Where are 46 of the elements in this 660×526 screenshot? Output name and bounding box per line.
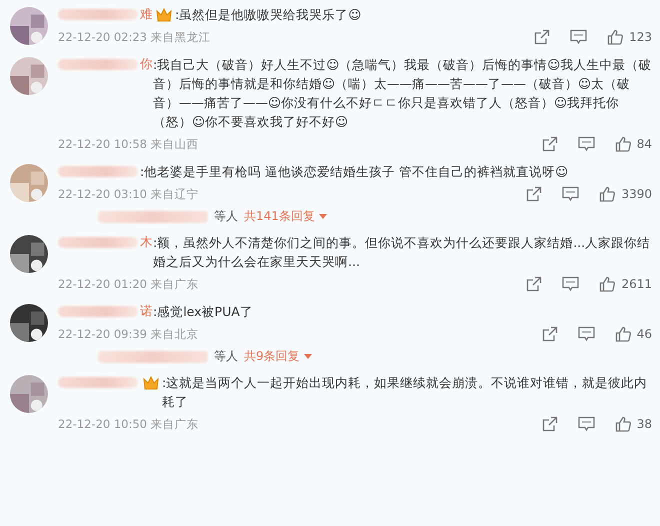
comment-text: :这就是当两个人一起开始出现内耗，如果继续就会崩溃。不说谁对谁错，就是彼此内耗了 [162, 374, 648, 411]
share-icon[interactable] [526, 186, 542, 202]
comment-text: :他老婆是手里有枪吗 逼他谈恋爱结婚生孩子 管不住自己的裤裆就直说呀☺ [140, 163, 570, 181]
thumbs-up-icon[interactable] [599, 276, 616, 292]
share-icon[interactable] [542, 326, 558, 342]
comment-date: 22-12-20 01:20 来自广东 [58, 276, 200, 292]
username[interactable]: 难 [140, 6, 153, 23]
comment-date: 22-12-20 10:50 来自广东 [58, 416, 200, 432]
username[interactable]: 你 [140, 56, 153, 73]
comment-icon[interactable] [570, 29, 588, 45]
like-count: 123 [629, 30, 652, 44]
reply-count-link[interactable]: 共141条回复 [244, 208, 327, 225]
comment-text: :虽然但是他嗷嗷哭给我哭乐了☺ [175, 6, 362, 24]
comment-text: :我自己大（破音）好人生不过☺（急喘气）我最（破音）后悔的事情☺我人生中最（破音）后悔的事情就是和你结婚☺（喘）太——痛——苦——了——（破音）☺太（破音）——痛苦了——☺你没有什么不好ㄷㄷ你只是喜欢错了人（怒音）☺我拜托你（怒）☺你不要喜欢我了好不好☺ [153, 56, 652, 131]
comment-date: 22-12-20 09:39 来自北京 [58, 326, 200, 342]
username[interactable]: 木 [140, 234, 153, 251]
like-count: 2611 [621, 277, 652, 291]
share-icon[interactable] [542, 416, 558, 432]
share-icon[interactable] [534, 29, 550, 45]
thumbs-up-icon[interactable] [614, 326, 631, 342]
comment-date: 22-12-20 02:23 来自黑龙江 [58, 30, 212, 44]
caret-icon [318, 214, 327, 220]
comment-icon[interactable] [562, 186, 580, 202]
thumbs-up-icon[interactable] [607, 29, 624, 45]
comment-icon[interactable] [578, 326, 595, 342]
comment-icon[interactable] [578, 136, 595, 152]
thumbs-up-icon[interactable] [614, 136, 631, 152]
like-count: 38 [636, 417, 652, 431]
comment-date: 22-12-20 03:10 来自辽宁 [58, 186, 200, 202]
reply-users-suffix: 等人 [214, 208, 238, 225]
thumbs-up-icon[interactable] [599, 186, 616, 202]
like-count: 84 [636, 137, 652, 151]
comment-date: 22-12-20 10:58 来自山西 [58, 136, 200, 152]
share-icon[interactable] [526, 276, 542, 292]
share-icon[interactable] [542, 136, 558, 152]
comment-text: :额，虽然外人不清楚你们之间的事。但你说不喜欢为什么还要跟人家结婚...人家跟你结婚之后又为什么会在家里天天哭啊... [153, 234, 652, 271]
caret-icon [304, 354, 312, 360]
comment-icon[interactable] [562, 276, 580, 292]
like-count: 3390 [621, 187, 652, 201]
reply-users-suffix: 等人 [214, 348, 238, 365]
reply-count-link[interactable]: 共9条回复 [244, 348, 312, 365]
comment-icon[interactable] [578, 416, 595, 432]
username[interactable]: 诺 [140, 303, 153, 320]
comment-text: :感觉lex被PUA了 [153, 303, 254, 321]
like-count: 46 [636, 327, 652, 341]
thumbs-up-icon[interactable] [614, 416, 631, 432]
